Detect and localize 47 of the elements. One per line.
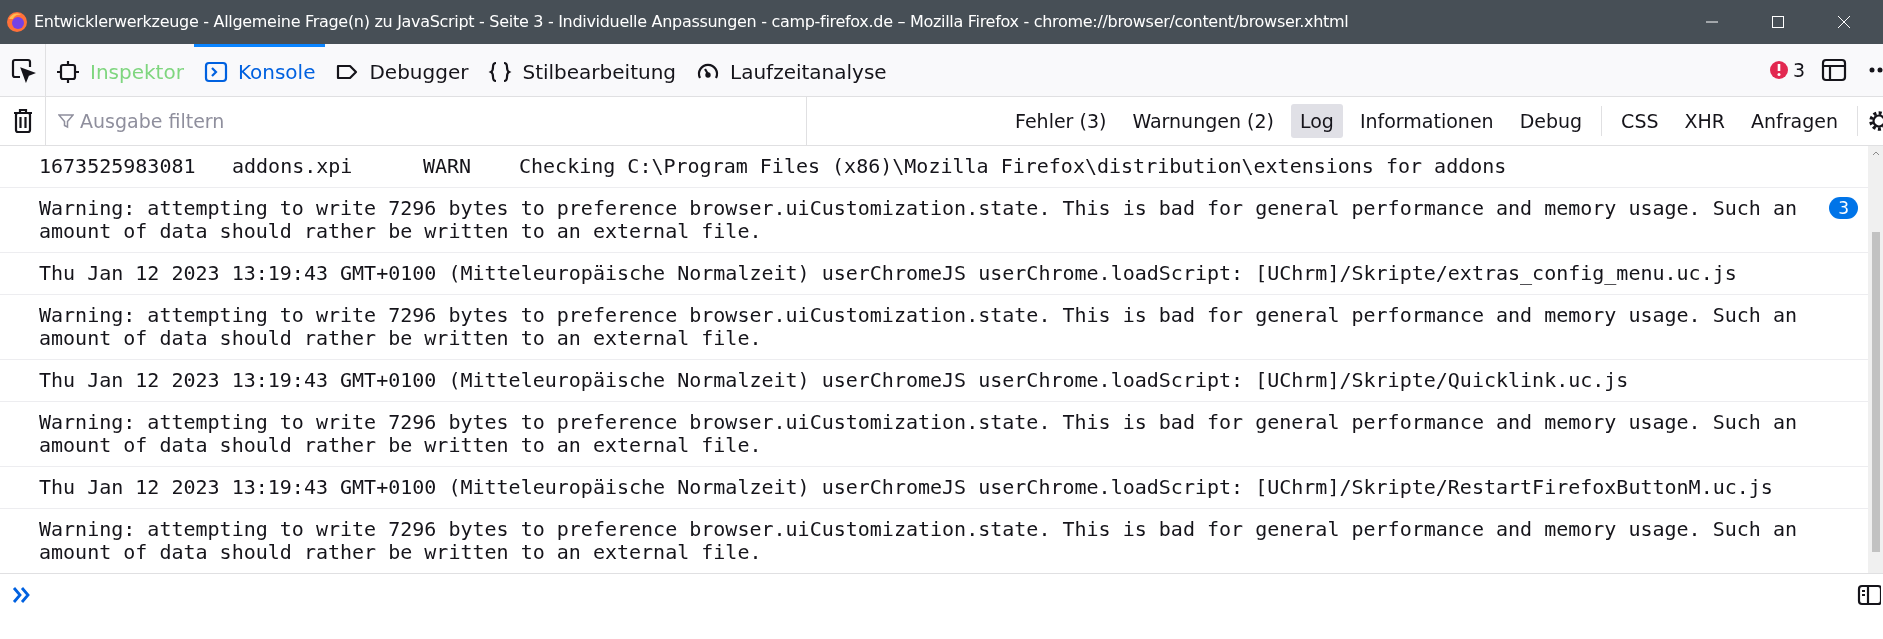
more-icon[interactable] [1869, 66, 1883, 74]
frame-icon [56, 59, 80, 84]
log-column-text: 1673525983081 [39, 155, 197, 178]
log-column-text: Checking C:\Program Files (x86)\Mozilla Firefox\distribution\extensions for addons [519, 155, 1507, 178]
log-message-text: Thu Jan 12 2023 13:19:43 GMT+0100 (Mitteleuropäische Normalzeit) userChromeJS userChrome.loadScript: [UChrm]/Skripte/Quicklink.uc.js [39, 369, 1630, 392]
window-title: Entwicklerwerkzeuge - Allgemeine Frage(n) zu JavaScript - Seite 3 - Individuelle Anpassungen - camp-firefox.de – Mozilla Firefox - chrome://browser/content/browser.xhtml [34, 11, 1349, 33]
scrollbar[interactable] [1868, 146, 1883, 573]
filter-toggle[interactable]: Informationen [1350, 103, 1503, 139]
devtools-tab[interactable]: Stilbearbeitung [478, 44, 687, 96]
repeat-count-badge: 3 [1829, 197, 1858, 219]
devtools-tab[interactable]: Debugger [325, 44, 479, 96]
filter-toggle[interactable]: XHR [1675, 103, 1734, 139]
pointer-icon [9, 57, 36, 83]
filter-toggle[interactable]: Warnungen (2) [1123, 103, 1283, 139]
filter-icon [58, 113, 74, 129]
scroll-up-icon[interactable] [1871, 150, 1880, 156]
log-message-text: Thu Jan 12 2023 13:19:43 GMT+0100 (Mitteleuropäische Normalzeit) userChromeJS userChrome.loadScript: [UChrm]/Skripte/extras_config_menu.uc.js [39, 262, 1738, 285]
prompt-chevron-icon [12, 586, 32, 604]
log-message-text: Warning: attempting to write 7296 bytes to preference browser.uiCustomization.state. This is bad for general performance and memory usage. Such an [39, 518, 1798, 541]
log-message-text: Warning: attempting to write 7296 bytes to preference browser.uiCustomization.state. This is bad for general performance and memory usage. Such an [39, 197, 1798, 220]
trash-icon [11, 108, 34, 134]
filter-toggle[interactable]: Fehler (3) [1006, 103, 1116, 139]
filter-toggle[interactable]: Anfragen [1742, 103, 1847, 139]
error-count[interactable]: 3 [1792, 55, 1805, 85]
log-message-text: Warning: attempting to write 7296 bytes to preference browser.uiCustomization.state. This is bad for general performance and memory usage. Such an [39, 411, 1798, 434]
settings-icon[interactable] [1866, 108, 1883, 134]
filter-toggle[interactable]: Debug [1510, 103, 1592, 139]
log-message-text: amount of data should rather be written to an external file. [39, 541, 763, 564]
maximize-icon[interactable] [1771, 15, 1785, 29]
log-message-text: amount of data should rather be written to an external file. [39, 220, 763, 243]
close-icon[interactable] [1837, 15, 1851, 29]
log-message-text: amount of data should rather be written to an external file. [39, 434, 763, 457]
filter-toggle[interactable]: CSS [1612, 103, 1668, 139]
filter-field[interactable]: Ausgabe filtern [80, 106, 480, 136]
firefox-logo-icon [6, 11, 28, 33]
error-icon [1768, 60, 1789, 80]
console-icon [203, 59, 228, 84]
log-message-text: Thu Jan 12 2023 13:19:43 GMT+0100 (Mitteleuropäische Normalzeit) userChromeJS userChrome.loadScript: [UChrm]/Skripte/RestartFirefoxButtonM.uc.js [39, 476, 1774, 499]
filter-toggle[interactable]: Log [1290, 103, 1343, 139]
log-column-text: WARN [423, 155, 473, 178]
dock-layout-icon[interactable] [1821, 57, 1847, 83]
devtools-tab[interactable]: Laufzeitanalyse [686, 44, 897, 96]
log-column-text: addons.xpi [232, 155, 354, 178]
log-message-text: Warning: attempting to write 7296 bytes to preference browser.uiCustomization.state. This is bad for general performance and memory usage. Such an [39, 304, 1798, 327]
log-message-text: amount of data should rather be written to an external file. [39, 327, 763, 350]
braces-icon [488, 59, 513, 84]
sidebar-toggle-icon[interactable] [1857, 584, 1881, 606]
